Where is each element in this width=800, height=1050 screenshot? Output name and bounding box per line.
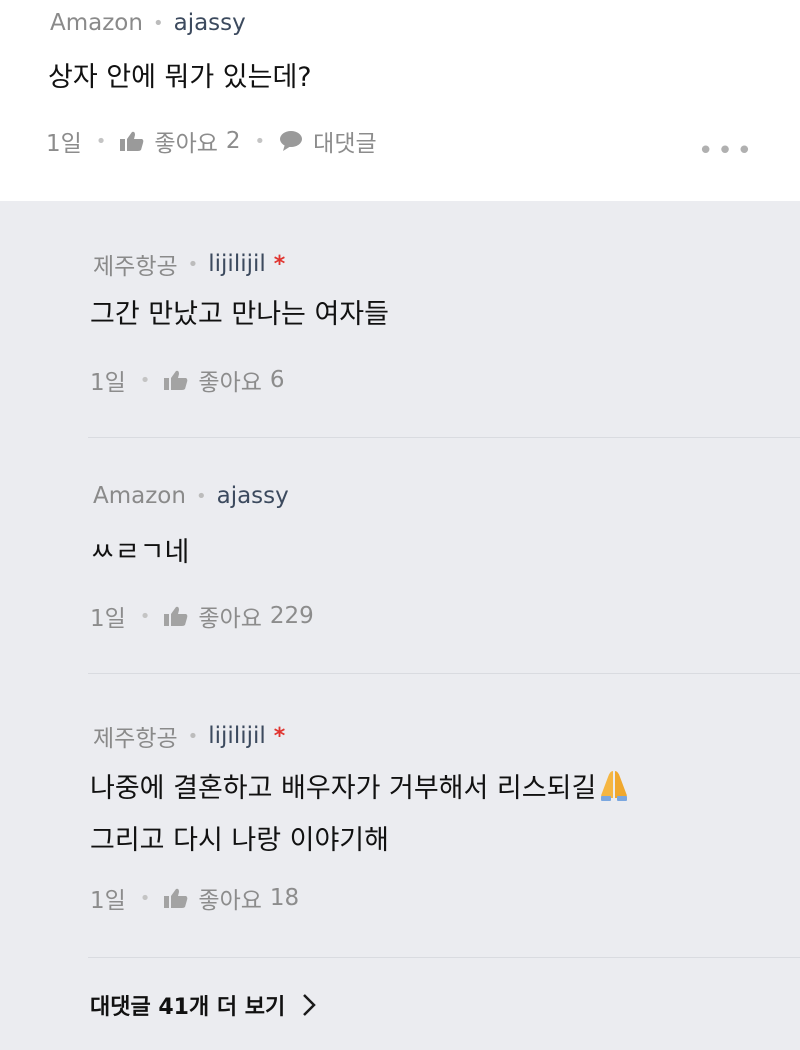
reply-button[interactable]: 대댓글 (279, 124, 377, 158)
separator-dot: • (139, 605, 151, 627)
reply-text: 그간 만났고 만나는 여자들 (90, 299, 389, 330)
reply-actions: 1일 • 좋아요 6 (90, 363, 285, 397)
more-replies-button[interactable]: 대댓글 41개 더 보기 (90, 989, 317, 1021)
separator-dot: • (187, 725, 199, 747)
like-label: 좋아요 (198, 370, 262, 396)
thumbs-up-icon (164, 370, 188, 390)
reply-time: 1일 (90, 370, 126, 396)
like-button[interactable]: 좋아요 18 (164, 881, 299, 915)
post-meta: Amazon • ajassy (50, 10, 246, 36)
reply-text: ㅆㄹㄱ네 (90, 537, 190, 568)
like-button[interactable]: 좋아요 2 (120, 124, 241, 158)
reply-item: 제주항공 • lijilijil * 그간 만났고 만나는 여자들 1일 • 좋… (88, 247, 800, 437)
company-name: 제주항공 (93, 254, 178, 280)
author-name[interactable]: ajassy (217, 483, 289, 509)
like-label: 좋아요 (198, 606, 262, 632)
separator-dot: • (95, 130, 107, 152)
chevron-right-icon (303, 994, 317, 1016)
company-name: 제주항공 (93, 726, 178, 752)
reply-actions: 1일 • 좋아요 18 (90, 881, 299, 915)
thumbs-up-icon (120, 131, 144, 151)
divider (88, 673, 800, 674)
reply-text-line: 나중에 결혼하고 배우자가 거부해서 리스되길 (90, 763, 632, 815)
reply-actions: 1일 • 좋아요 229 (90, 599, 314, 633)
post-card: Amazon • ajassy 상자 안에 뭐가 있는데? 1일 • 좋아요 2… (0, 0, 800, 200)
author-name[interactable]: ajassy (174, 10, 246, 36)
like-button[interactable]: 좋아요 6 (164, 363, 285, 397)
like-count: 18 (269, 885, 300, 911)
reply-time: 1일 (90, 888, 126, 914)
company-name: Amazon (50, 10, 143, 36)
like-count: 2 (225, 128, 241, 154)
author-badge: * (273, 723, 286, 749)
like-count: 6 (269, 367, 285, 393)
author-badge: * (273, 251, 286, 277)
post-text: 상자 안에 뭐가 있는데? (48, 62, 312, 93)
divider (88, 437, 800, 438)
reply-section: 제주항공 • lijilijil * 그간 만났고 만나는 여자들 1일 • 좋… (0, 201, 800, 1050)
separator-dot: • (139, 887, 151, 909)
post-time: 1일 (46, 131, 82, 157)
thumbs-up-icon (164, 606, 188, 626)
like-button[interactable]: 좋아요 229 (164, 599, 314, 633)
like-count: 229 (269, 603, 314, 629)
separator-dot: • (195, 485, 207, 507)
reply-time: 1일 (90, 606, 126, 632)
separator-dot: • (187, 253, 199, 275)
more-options-icon[interactable]: ••• (698, 136, 756, 166)
divider (88, 957, 800, 958)
reply-text-line: 그리고 다시 나랑 이야기해 (90, 825, 389, 856)
like-label: 좋아요 (198, 888, 262, 914)
author-name[interactable]: lijilijil (208, 251, 266, 277)
separator-dot: • (254, 130, 266, 152)
reply-item: 제주항공 • lijilijil * 나중에 결혼하고 배우자가 거부해서 리스… (88, 719, 800, 955)
author-name[interactable]: lijilijil (208, 723, 266, 749)
reply-meta: Amazon • ajassy (93, 483, 289, 509)
separator-dot: • (152, 12, 164, 34)
post-actions: 1일 • 좋아요 2 • 대댓글 (46, 124, 377, 158)
more-replies-label: 대댓글 41개 더 보기 (90, 995, 286, 1020)
company-name: Amazon (93, 483, 186, 509)
like-label: 좋아요 (154, 131, 218, 157)
speech-bubble-icon (280, 131, 303, 151)
reply-meta: 제주항공 • lijilijil * (93, 247, 285, 281)
reply-meta: 제주항공 • lijilijil * (93, 719, 285, 753)
reply-text-segment: 나중에 결혼하고 배우자가 거부해서 리스되길 (90, 773, 597, 804)
reply-item: Amazon • ajassy ㅆㄹㄱ네 1일 • 좋아요 229 (88, 483, 800, 673)
folded-hands-icon (601, 771, 628, 801)
thumbs-up-icon (164, 888, 188, 908)
separator-dot: • (139, 369, 151, 391)
reply-label: 대댓글 (313, 131, 377, 157)
